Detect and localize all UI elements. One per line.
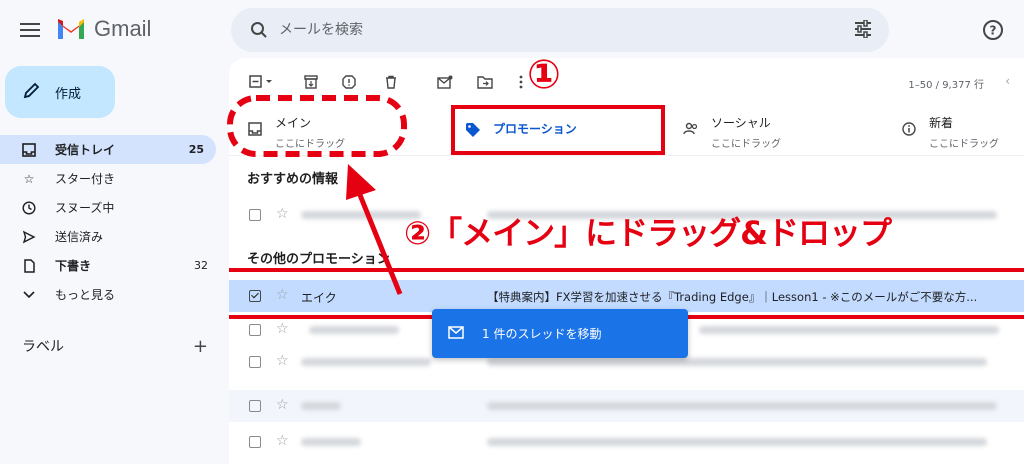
- tab-subtitle: ここにドラッグ: [711, 139, 781, 150]
- sidebar-item-drafts[interactable]: 下書き 32: [0, 251, 220, 280]
- people-icon: [683, 122, 699, 136]
- row-checkbox[interactable]: [249, 209, 261, 221]
- inbox-icon: [247, 122, 263, 136]
- blurred-subject: [487, 438, 987, 446]
- sidebar-item-label: 送信済み: [55, 230, 104, 244]
- blurred-sender: [301, 211, 421, 219]
- add-label-button[interactable]: +: [193, 336, 208, 357]
- sidebar-item-label: 下書き: [55, 259, 92, 273]
- row-checkbox-checked[interactable]: [249, 290, 261, 302]
- tab-title: ソーシャル: [711, 116, 771, 130]
- app-name: Gmail: [94, 16, 152, 41]
- mail-toolbar: 1–50 / 9,377 行 ‹: [229, 68, 1024, 96]
- table-row[interactable]: ☆: [229, 426, 1024, 458]
- tab-title: プロモーション: [493, 122, 577, 136]
- email-sender: エイク: [301, 291, 337, 305]
- category-tabs: メインここにドラッグ プロモーション ソーシャルここにドラッグ 新着ここにドラッ…: [229, 106, 1024, 156]
- move-to-icon[interactable]: [477, 74, 493, 90]
- select-all-checkbox[interactable]: [249, 74, 275, 90]
- blurred-sender: [301, 438, 361, 446]
- gmail-logo[interactable]: Gmail: [56, 16, 151, 42]
- search-bar[interactable]: [231, 8, 889, 52]
- mail-icon: [448, 325, 464, 342]
- blurred-sender: [301, 402, 341, 410]
- star-icon[interactable]: ☆: [276, 206, 289, 222]
- table-row-selected[interactable]: ☆ エイク 【特典案内】FX学習を加速させる『Trading Edge』｜Les…: [229, 280, 1024, 312]
- sidebar-item-label: スター付き: [55, 172, 116, 186]
- chevron-down-icon: [22, 288, 36, 302]
- tab-subtitle: ここにドラッグ: [929, 139, 999, 150]
- sidebar-item-snoozed[interactable]: スヌーズ中: [0, 193, 220, 222]
- prev-page-icon[interactable]: ‹: [1005, 74, 1010, 88]
- row-checkbox[interactable]: [249, 400, 261, 412]
- sidebar-item-label: 受信トレイ: [55, 143, 116, 157]
- gmail-app: Gmail ? 作成 受信トレイ 25 ☆ スター付き スヌーズ中: [0, 0, 1024, 464]
- compose-button[interactable]: 作成: [5, 66, 115, 118]
- table-row[interactable]: ☆: [229, 199, 1024, 231]
- search-icon[interactable]: [239, 21, 279, 39]
- sidebar-item-label: もっと見る: [55, 288, 116, 302]
- search-input[interactable]: [279, 22, 839, 38]
- row-checkbox[interactable]: [249, 436, 261, 448]
- sidebar-item-label: スヌーズ中: [55, 201, 115, 215]
- toast-text: 1 件のスレッドを移動: [482, 327, 602, 341]
- tab-social[interactable]: ソーシャルここにドラッグ: [683, 106, 781, 156]
- sidebar-item-more[interactable]: もっと見る: [0, 280, 220, 309]
- blurred-sender: [309, 326, 399, 334]
- labels-header: ラベル +: [22, 336, 208, 357]
- star-icon[interactable]: ☆: [276, 321, 289, 337]
- send-icon: [22, 230, 36, 244]
- sidebar-item-sent[interactable]: 送信済み: [0, 222, 220, 251]
- email-subject: 【特典案内】FX学習を加速させる『Trading Edge』｜Lesson1 -…: [487, 290, 978, 304]
- blurred-subject: [487, 211, 997, 219]
- archive-icon[interactable]: [303, 74, 319, 90]
- help-icon[interactable]: ?: [982, 19, 1004, 45]
- gmail-m-icon: [58, 19, 84, 39]
- pencil-icon: [23, 81, 41, 103]
- tag-icon: [465, 122, 481, 138]
- mail-list-panel: 1–50 / 9,377 行 ‹ メインここにドラッグ プロモーション ソーシャ…: [229, 58, 1024, 464]
- draft-icon: [22, 258, 36, 273]
- mark-unread-icon[interactable]: [437, 74, 453, 90]
- blurred-subject: [699, 326, 999, 334]
- svg-text:?: ?: [990, 24, 997, 38]
- clock-icon: [22, 200, 36, 215]
- row-checkbox[interactable]: [249, 324, 261, 336]
- search-options-icon[interactable]: [853, 19, 873, 42]
- table-row[interactable]: ☆: [229, 390, 1024, 422]
- sidebar-nav: 受信トレイ 25 ☆ スター付き スヌーズ中 送信済み 下書き 32 もっと見る: [0, 135, 220, 309]
- section-heading-recommended: おすすめの情報: [247, 172, 339, 187]
- star-icon[interactable]: ☆: [276, 287, 289, 303]
- tab-title: 新着: [929, 116, 954, 130]
- inbox-count: 25: [188, 143, 204, 156]
- tab-subtitle: ここにドラッグ: [275, 139, 345, 150]
- sidebar-item-inbox[interactable]: 受信トレイ 25: [0, 135, 216, 164]
- pagination-info: 1–50 / 9,377 行: [908, 80, 984, 91]
- tab-promotions[interactable]: プロモーション: [465, 106, 577, 156]
- compose-label: 作成: [55, 86, 82, 102]
- section-heading-other: その他のプロモーション: [247, 252, 390, 267]
- blurred-subject: [487, 358, 987, 366]
- drafts-count: 32: [194, 259, 208, 272]
- row-checkbox[interactable]: [249, 356, 261, 368]
- blurred-subject: [487, 402, 997, 410]
- labels-heading: ラベル: [22, 339, 64, 355]
- sidebar-item-starred[interactable]: ☆ スター付き: [0, 164, 220, 193]
- main-menu-icon[interactable]: [20, 20, 40, 40]
- tab-title: メイン: [275, 116, 312, 130]
- inbox-icon: [22, 142, 36, 157]
- delete-icon[interactable]: [383, 74, 399, 90]
- more-options-icon[interactable]: [513, 74, 529, 90]
- move-thread-toast: 1 件のスレッドを移動: [432, 309, 688, 358]
- star-icon: ☆: [23, 171, 35, 186]
- star-icon[interactable]: ☆: [276, 353, 289, 369]
- blurred-sender: [301, 358, 431, 366]
- tab-updates[interactable]: 新着 ここにドラッグ: [901, 106, 999, 156]
- report-spam-icon[interactable]: [341, 74, 357, 90]
- star-icon[interactable]: ☆: [276, 433, 289, 449]
- star-icon[interactable]: ☆: [276, 397, 289, 413]
- info-icon: [901, 122, 917, 136]
- tab-main[interactable]: メインここにドラッグ: [247, 106, 345, 156]
